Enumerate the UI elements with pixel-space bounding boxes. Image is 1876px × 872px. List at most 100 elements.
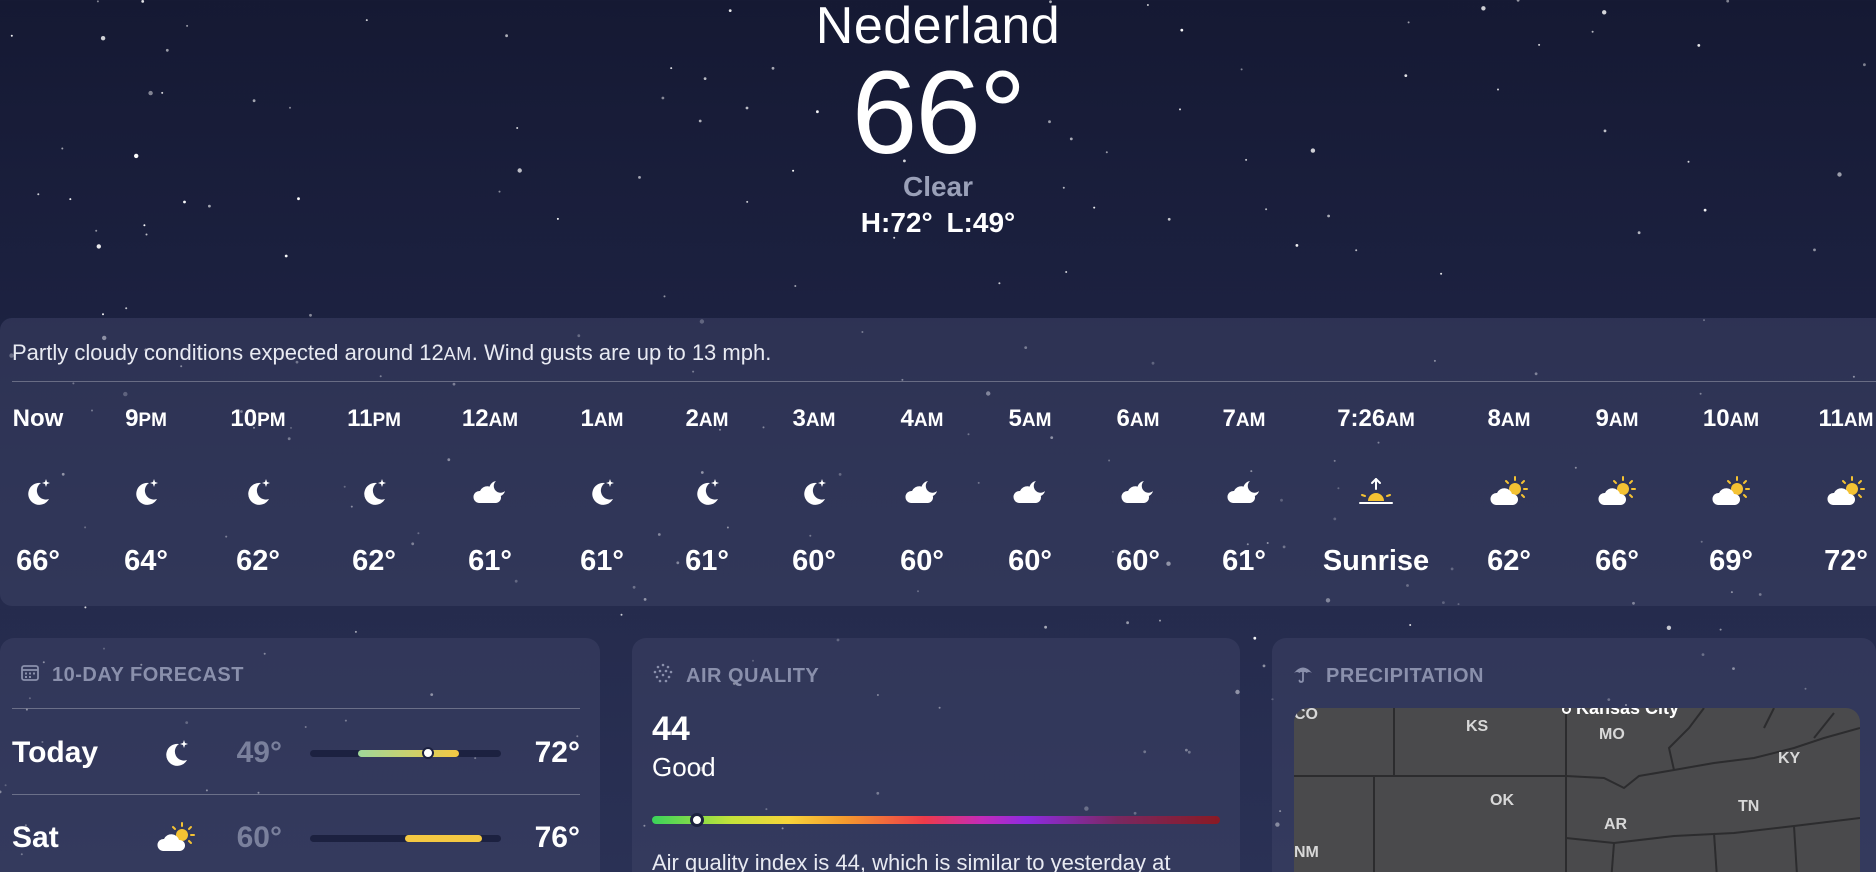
hourly-item: 7:26AM Sunrise: [1321, 404, 1431, 578]
hourly-item: 3AM 60°: [759, 404, 869, 578]
current-temp-indicator: [422, 746, 435, 759]
cloud-sun-icon: [1454, 472, 1564, 512]
hour-temp: 60°: [1008, 545, 1052, 577]
precipitation-card[interactable]: PRECIPITATION CO KS MO KY OK TN AR NM Ka…: [1272, 638, 1876, 872]
cloud-sun-icon: [147, 821, 205, 855]
cloud-sun-icon: [1791, 472, 1876, 512]
moon-star-icon: [547, 472, 657, 512]
aqi-description: Air quality index is 44, which is simila…: [652, 850, 1171, 872]
hourly-item: 7AM 61°: [1189, 404, 1299, 578]
hour-time: 7:26AM: [1337, 405, 1415, 432]
hour-temp: Sunrise: [1322, 545, 1430, 577]
hourly-item: 9PM 64°: [91, 404, 201, 578]
temperature-range-bar: [310, 834, 501, 842]
hour-temp: 61°: [468, 545, 512, 577]
hour-time: 8AM: [1487, 405, 1531, 432]
air-quality-icon: [652, 662, 674, 690]
aqi-indicator: [690, 813, 705, 827]
hourly-item: Now 66°: [0, 404, 93, 578]
moon-star-icon: [319, 472, 429, 512]
cloud-moon-icon: [975, 472, 1085, 512]
hour-temp: 66°: [1595, 545, 1639, 577]
hourly-item: 5AM 60°: [975, 404, 1085, 578]
hour-time: 1AM: [580, 405, 624, 432]
current-temperature: 66°: [851, 47, 1026, 179]
hour-temp: 60°: [900, 545, 944, 577]
map-label-ok: OK: [1490, 792, 1514, 809]
map-label-mo: MO: [1599, 726, 1625, 743]
hourly-item: 9AM 66°: [1562, 404, 1672, 578]
cloud-moon-icon: [1083, 472, 1193, 512]
state-borders: [1294, 708, 1860, 872]
map-label-co: CO: [1294, 708, 1318, 723]
hourly-item: 12AM 61°: [435, 404, 545, 578]
hour-time: 7AM: [1222, 405, 1266, 432]
calendar-icon: [20, 662, 40, 688]
aqi-scale-bar: [652, 813, 1220, 827]
temperature-range-bar: [310, 746, 501, 759]
hour-temp: 60°: [792, 545, 836, 577]
hourly-item: 4AM 60°: [867, 404, 977, 578]
hour-time: 12AM: [461, 405, 519, 432]
hour-time: 9PM: [125, 405, 167, 432]
high-temp: 76°: [534, 821, 580, 854]
hour-temp: 62°: [236, 545, 280, 577]
day-name: Today: [12, 736, 99, 769]
hourly-item: 2AM 61°: [652, 404, 762, 578]
hour-temp: 61°: [685, 545, 729, 577]
card-title: AIR QUALITY: [686, 664, 820, 687]
high-low-temperature: H:72° L:49°: [860, 207, 1016, 238]
map-city-kansas-city: Kansas City: [1562, 708, 1679, 719]
moon-star-icon: [0, 472, 93, 512]
hour-time: 9AM: [1595, 405, 1639, 432]
day-name: Sat: [12, 821, 59, 854]
hour-temp: 60°: [1116, 545, 1160, 577]
divider: [12, 794, 580, 795]
hour-time: 10PM: [230, 405, 286, 432]
hour-temp: 69°: [1709, 545, 1753, 577]
aqi-category: Good: [652, 752, 716, 782]
hour-time: 10AM: [1702, 405, 1760, 432]
hour-time: 3AM: [792, 405, 836, 432]
temperature-range-fill: [405, 834, 482, 842]
map-label-ks: KS: [1466, 718, 1489, 735]
hour-time: 11AM: [1818, 405, 1874, 432]
precipitation-map[interactable]: CO KS MO KY OK TN AR NM Kansas City: [1294, 708, 1860, 872]
forecast-row-sat[interactable]: Sat 60° 76°: [12, 813, 580, 863]
cloud-moon-icon: [435, 472, 545, 512]
hour-temp: 72°: [1824, 545, 1868, 577]
hourly-item: 8AM 62°: [1454, 404, 1564, 578]
low-temp: 60°: [236, 821, 282, 854]
forecast-row-today[interactable]: Today 49° 72°: [12, 728, 580, 778]
hour-time: 11PM: [347, 405, 401, 432]
aqi-value: 44: [652, 710, 690, 748]
hourly-item: 11AM 72°: [1791, 404, 1876, 578]
hourly-item: 10PM 62°: [203, 404, 313, 578]
card-title: PRECIPITATION: [1326, 664, 1484, 687]
moon-star-icon: [91, 472, 201, 512]
low-temp: 49°: [236, 736, 282, 769]
hour-temp: 66°: [16, 545, 60, 577]
cloud-sun-icon: [1676, 472, 1786, 512]
hour-temp: 64°: [124, 545, 168, 577]
umbrella-icon: [1292, 662, 1314, 690]
moon-star-icon: [652, 472, 762, 512]
hour-time: 4AM: [900, 405, 944, 432]
hour-time: 5AM: [1008, 405, 1052, 432]
moon-star-icon: [203, 472, 313, 512]
hourly-item: 11PM 62°: [319, 404, 429, 578]
hourly-item: 1AM 61°: [547, 404, 657, 578]
map-label-ky: KY: [1778, 750, 1801, 767]
air-quality-card[interactable]: AIR QUALITY 44 Good Air quality index is…: [632, 638, 1240, 872]
moon-star-icon: [147, 736, 205, 770]
hour-time: Now: [12, 405, 64, 432]
cloud-moon-icon: [1189, 472, 1299, 512]
hour-time: 6AM: [1116, 405, 1160, 432]
divider: [12, 381, 1876, 382]
hour-temp: 62°: [352, 545, 396, 577]
cloud-sun-icon: [1562, 472, 1672, 512]
hourly-forecast-panel[interactable]: Partly cloudy conditions expected around…: [0, 318, 1876, 606]
hourly-item: 10AM 69°: [1676, 404, 1786, 578]
ten-day-forecast-card[interactable]: 10-DAY FORECAST Today 49° 72° Sat 60° 76…: [0, 638, 600, 872]
current-conditions: Nederland 66° Clear H:72° L:49°: [0, 0, 1876, 240]
